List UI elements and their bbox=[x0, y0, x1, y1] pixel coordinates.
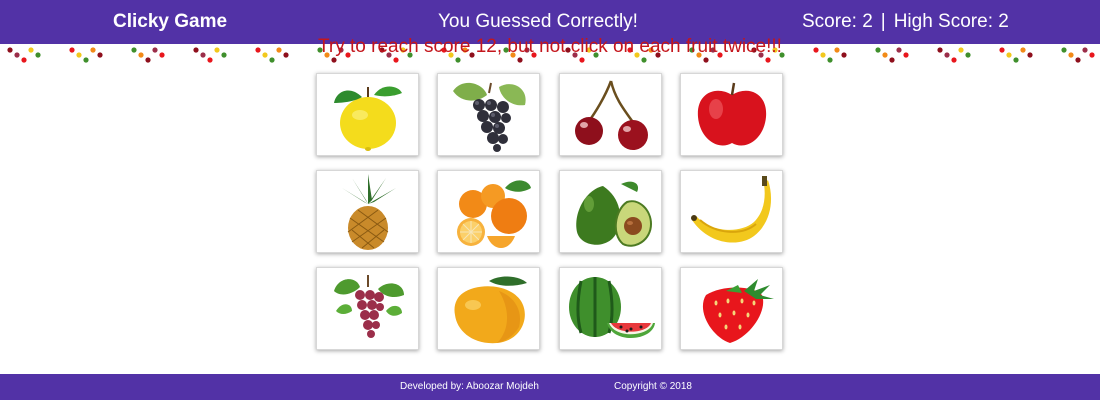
score-separator: | bbox=[880, 11, 886, 32]
score-label: Score: 2 bbox=[802, 11, 873, 32]
pattern-fruit-dot bbox=[393, 57, 399, 63]
watermelon-icon bbox=[568, 276, 655, 338]
instruction-text: Try to reach score 12, but not click on … bbox=[318, 36, 782, 57]
orange-icon bbox=[456, 179, 531, 248]
fruit-card-strawberry[interactable] bbox=[680, 267, 783, 350]
footer-bar: Developed by: Aboozar Mojdeh Copyright ©… bbox=[0, 374, 1100, 400]
fruit-card-grapes-dark[interactable] bbox=[437, 73, 540, 156]
fruit-card-cherries[interactable] bbox=[559, 73, 662, 156]
cherries-icon bbox=[574, 80, 648, 150]
pattern-fruit-dot bbox=[145, 57, 151, 63]
developer-credit: Developed by: Aboozar Mojdeh bbox=[400, 381, 539, 392]
pattern-fruit-dot bbox=[889, 57, 895, 63]
pattern-fruit-dot bbox=[827, 57, 833, 63]
pattern-fruit-dot bbox=[703, 57, 709, 63]
fruit-card-avocado[interactable] bbox=[559, 170, 662, 253]
banana-icon bbox=[690, 175, 771, 243]
pattern-fruit-dot bbox=[641, 57, 647, 63]
strawberry-icon bbox=[702, 278, 774, 343]
lemon-icon bbox=[333, 86, 402, 151]
pattern-fruit-dot bbox=[517, 57, 523, 63]
high-score-label: High Score: 2 bbox=[893, 11, 1009, 32]
guess-message: You Guessed Correctly! bbox=[438, 11, 638, 32]
pattern-fruit-dot bbox=[1075, 57, 1081, 63]
score-panel: Score: 2 | High Score: 2 bbox=[802, 11, 1009, 33]
pattern-fruit-dot bbox=[455, 57, 461, 63]
dark-grapes-icon bbox=[452, 82, 526, 152]
avocado-icon bbox=[575, 181, 652, 247]
pineapple-icon bbox=[341, 173, 396, 250]
pattern-fruit-dot bbox=[579, 57, 585, 63]
pattern-fruit-dot bbox=[951, 57, 957, 63]
brand-title[interactable]: Clicky Game bbox=[113, 11, 227, 33]
fruit-card-pineapple[interactable] bbox=[316, 170, 419, 253]
pattern-fruit-dot bbox=[83, 57, 89, 63]
pattern-fruit-dot bbox=[21, 57, 27, 63]
fruit-card-apple[interactable] bbox=[680, 73, 783, 156]
fruit-card-mango[interactable] bbox=[437, 267, 540, 350]
mango-icon bbox=[453, 276, 527, 343]
pattern-fruit-dot bbox=[207, 57, 213, 63]
fruit-card-banana[interactable] bbox=[680, 170, 783, 253]
pattern-fruit-dot bbox=[765, 57, 771, 63]
apple-icon bbox=[697, 82, 766, 145]
fruit-card-red-grapes[interactable] bbox=[316, 267, 419, 350]
fruit-card-watermelon[interactable] bbox=[559, 267, 662, 350]
pattern-fruit-dot bbox=[1013, 57, 1019, 63]
pattern-fruit-dot bbox=[331, 57, 337, 63]
pattern-fruit-dot bbox=[269, 57, 275, 63]
fruit-card-orange[interactable] bbox=[437, 170, 540, 253]
copyright-text: Copyright © 2018 bbox=[614, 381, 692, 392]
fruit-card-lemon[interactable] bbox=[316, 73, 419, 156]
red-grapes-icon bbox=[333, 274, 404, 338]
